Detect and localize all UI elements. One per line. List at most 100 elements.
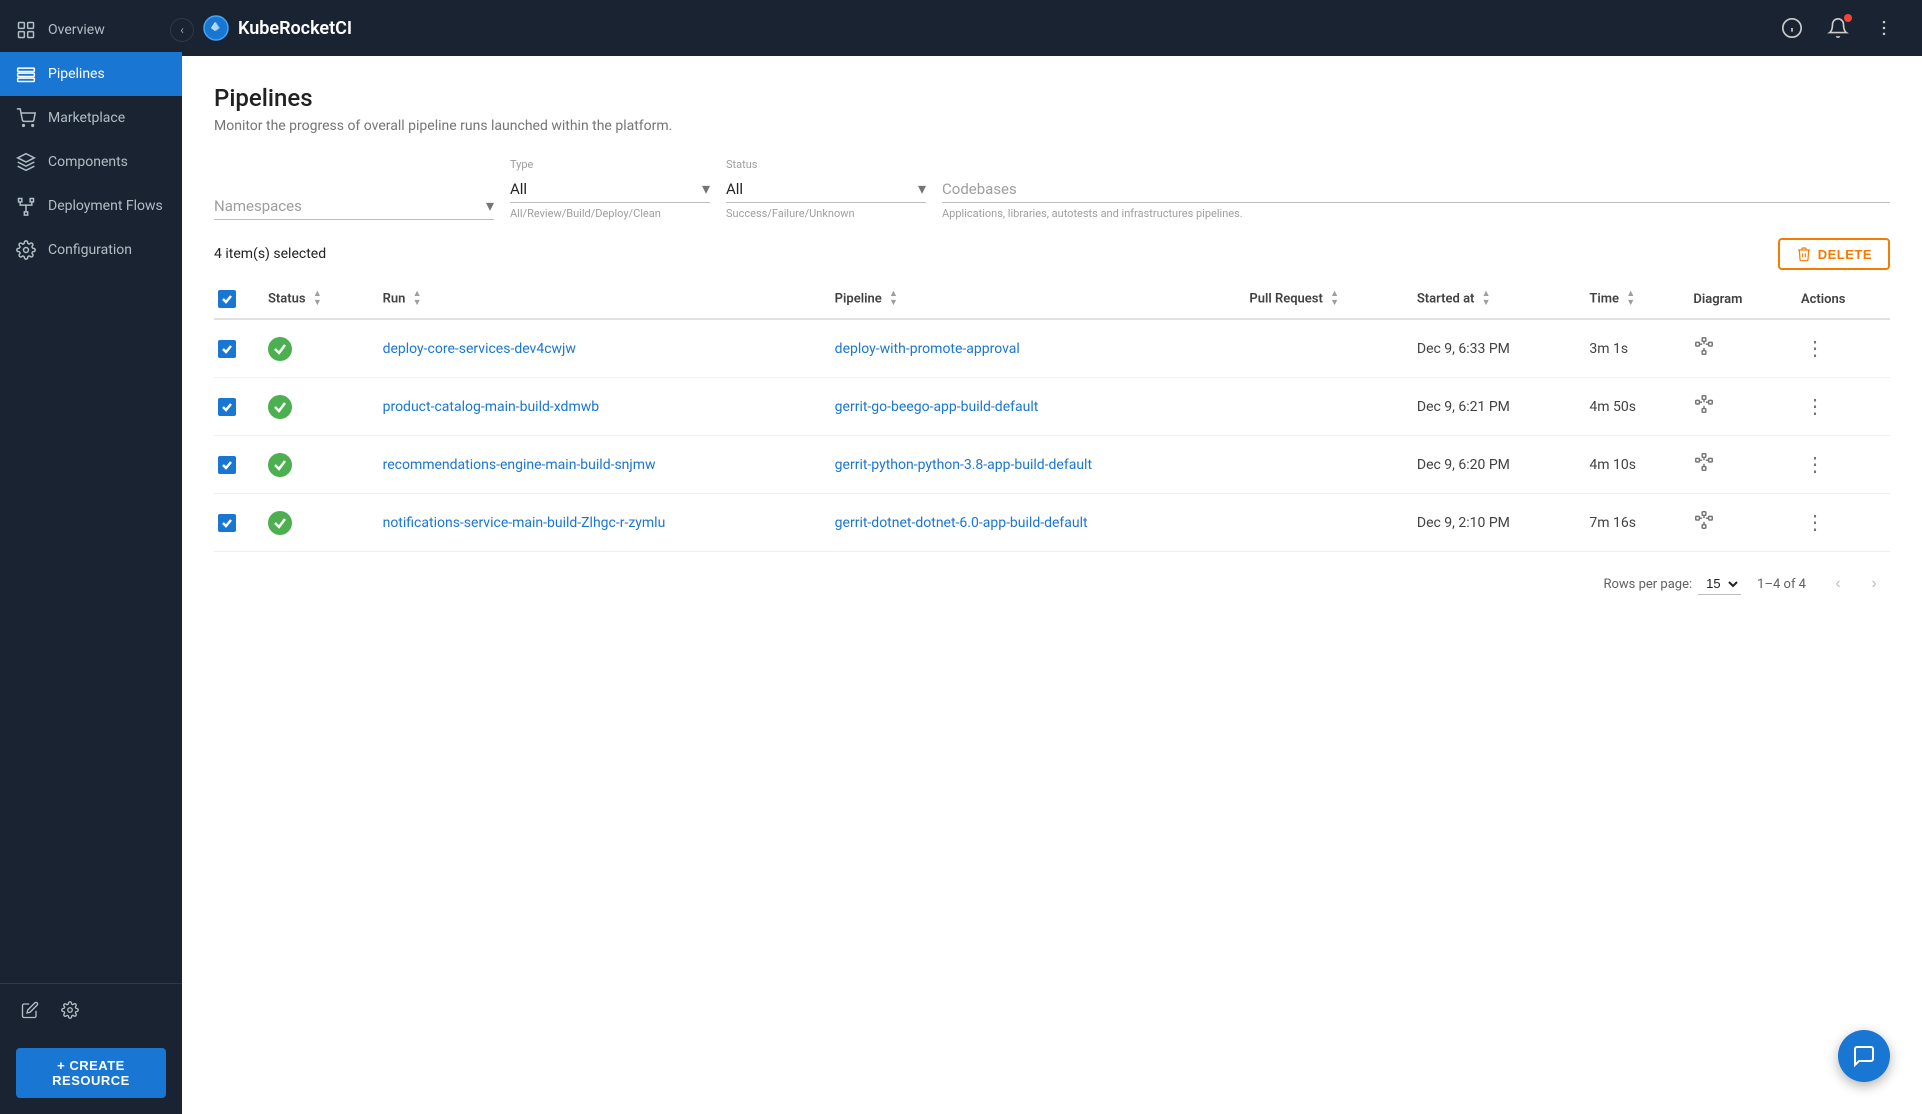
next-page-button[interactable]: › (1858, 568, 1890, 600)
started-at-cell: Dec 9, 6:33 PM (1405, 319, 1577, 378)
status-success-icon (268, 395, 292, 419)
row-more-actions-button[interactable]: ⋮ (1801, 506, 1829, 539)
sidebar-item-label-marketplace: Marketplace (48, 110, 125, 126)
sidebar-item-pipelines[interactable]: Pipelines (0, 52, 182, 96)
selected-count: 4 item(s) selected (214, 246, 326, 262)
diagram-icon-button[interactable] (1693, 399, 1715, 420)
filters-row: Namespaces ▾ Type All ▾ All/Review/Build… (214, 158, 1890, 220)
col-header-status: Status ▲▼ (256, 280, 371, 319)
table-row: deploy-core-services-dev4cwjw deploy-wit… (214, 319, 1890, 378)
status-success-icon (268, 337, 292, 361)
sidebar-item-label-deployment-flows: Deployment Flows (48, 198, 163, 214)
sidebar-nav: Overview Pipelines Marketplace (0, 0, 182, 983)
diagram-icon-button[interactable] (1693, 515, 1715, 536)
type-hint: All/Review/Build/Deploy/Clean (510, 207, 710, 220)
namespace-filter: Namespaces ▾ (214, 192, 494, 220)
main-area: KubeRocketCI Pipelines Monitor the progr… (182, 0, 1922, 1114)
pipeline-link[interactable]: gerrit-go-beego-app-build-default (835, 399, 1039, 415)
page-content: Pipelines Monitor the progress of overal… (182, 56, 1922, 1114)
run-link[interactable]: product-catalog-main-build-xdmwb (383, 399, 600, 415)
row-more-actions-button[interactable]: ⋮ (1801, 390, 1829, 423)
table-row: notifications-service-main-build-Zlhgc-r… (214, 494, 1890, 552)
type-chevron-icon: ▾ (702, 179, 710, 198)
status-filter: Status All ▾ Success/Failure/Unknown (726, 158, 926, 220)
col-header-started-at: Started at ▲▼ (1405, 280, 1577, 319)
prev-page-button[interactable]: ‹ (1822, 568, 1854, 600)
page-subtitle: Monitor the progress of overall pipeline… (214, 118, 1890, 134)
time-cell: 4m 50s (1577, 378, 1681, 436)
sidebar-item-deployment-flows[interactable]: Deployment Flows (0, 184, 182, 228)
row-more-actions-button[interactable]: ⋮ (1801, 332, 1829, 365)
create-resource-button[interactable]: + CREATE RESOURCE (16, 1048, 166, 1098)
settings-icon-button[interactable] (56, 996, 84, 1024)
sidebar-collapse-button[interactable]: ‹ (170, 18, 194, 42)
codebases-filter: Codebases Applications, libraries, autot… (942, 176, 1890, 220)
pull-request-cell (1237, 319, 1405, 378)
pipeline-sort-icon[interactable]: ▲▼ (889, 290, 898, 308)
col-header-time: Time ▲▼ (1577, 280, 1681, 319)
sidebar-item-configuration[interactable]: Configuration (0, 228, 182, 272)
cart-icon (16, 108, 36, 128)
sidebar-item-label-configuration: Configuration (48, 242, 132, 258)
started-at-sort-icon[interactable]: ▲▼ (1482, 290, 1491, 308)
notifications-icon-button[interactable] (1820, 10, 1856, 46)
run-link[interactable]: notifications-service-main-build-Zlhgc-r… (383, 515, 666, 531)
grid-icon (16, 20, 36, 40)
time-sort-icon[interactable]: ▲▼ (1626, 290, 1635, 308)
type-select[interactable]: All ▾ (510, 175, 710, 203)
status-filter-label: Status (726, 158, 926, 171)
layers-icon (16, 152, 36, 172)
diagram-icon-button[interactable] (1693, 341, 1715, 362)
gear-icon (16, 240, 36, 260)
edit-icon-button[interactable] (16, 996, 44, 1024)
sidebar-item-overview[interactable]: Overview (0, 8, 182, 52)
app-logo: KubeRocketCI (202, 14, 352, 42)
started-at-cell: Dec 9, 6:21 PM (1405, 378, 1577, 436)
rows-per-page-select[interactable]: 15 25 50 (1698, 573, 1741, 595)
col-header-pull-request: Pull Request ▲▼ (1237, 280, 1405, 319)
type-filter: Type All ▾ All/Review/Build/Deploy/Clean (510, 158, 710, 220)
sidebar-item-components[interactable]: Components (0, 140, 182, 184)
run-sort-icon[interactable]: ▲▼ (413, 290, 422, 308)
pull-request-sort-icon[interactable]: ▲▼ (1330, 290, 1339, 308)
pagination-row: Rows per page: 15 25 50 1–4 of 4 ‹ › (214, 568, 1890, 600)
status-hint: Success/Failure/Unknown (726, 207, 926, 220)
chat-fab-button[interactable] (1838, 1030, 1890, 1082)
run-link[interactable]: deploy-core-services-dev4cwjw (383, 341, 576, 357)
pipeline-link[interactable]: deploy-with-promote-approval (835, 341, 1020, 357)
select-all-checkbox[interactable] (218, 290, 236, 308)
type-value: All (510, 180, 698, 198)
row-checkbox-0[interactable] (218, 340, 236, 358)
col-header-run: Run ▲▼ (371, 280, 823, 319)
sidebar-footer (0, 983, 182, 1036)
app-name: KubeRocketCI (238, 18, 352, 39)
page-nav: ‹ › (1822, 568, 1890, 600)
delete-icon (1796, 246, 1812, 262)
pipeline-link[interactable]: gerrit-dotnet-dotnet-6.0-app-build-defau… (835, 515, 1088, 531)
namespace-chevron-icon: ▾ (486, 196, 494, 215)
delete-button[interactable]: DELETE (1778, 238, 1890, 270)
run-link[interactable]: recommendations-engine-main-build-snjmw (383, 457, 656, 473)
time-cell: 3m 1s (1577, 319, 1681, 378)
started-at-cell: Dec 9, 6:20 PM (1405, 436, 1577, 494)
rows-per-page-label: Rows per page: (1603, 577, 1692, 592)
pipelines-table: Status ▲▼ Run ▲▼ Pipeline ▲▼ Pull Reques… (214, 280, 1890, 552)
status-select[interactable]: All ▾ (726, 175, 926, 203)
status-sort-icon[interactable]: ▲▼ (313, 290, 322, 308)
row-more-actions-button[interactable]: ⋮ (1801, 448, 1829, 481)
notification-badge (1844, 14, 1852, 22)
pipeline-link[interactable]: gerrit-python-python-3.8-app-build-defau… (835, 457, 1092, 473)
pull-request-cell (1237, 436, 1405, 494)
row-checkbox-3[interactable] (218, 514, 236, 532)
sidebar-item-marketplace[interactable]: Marketplace (0, 96, 182, 140)
sidebar: ‹ Overview Pipelines (0, 0, 182, 1114)
namespace-select[interactable]: Namespaces ▾ (214, 192, 494, 220)
row-checkbox-2[interactable] (218, 456, 236, 474)
info-icon-button[interactable] (1774, 10, 1810, 46)
codebases-select[interactable]: Codebases (942, 176, 1890, 203)
diagram-icon-button[interactable] (1693, 457, 1715, 478)
page-title: Pipelines (214, 84, 1890, 112)
more-menu-button[interactable] (1866, 10, 1902, 46)
namespace-value: Namespaces (214, 197, 482, 215)
row-checkbox-1[interactable] (218, 398, 236, 416)
